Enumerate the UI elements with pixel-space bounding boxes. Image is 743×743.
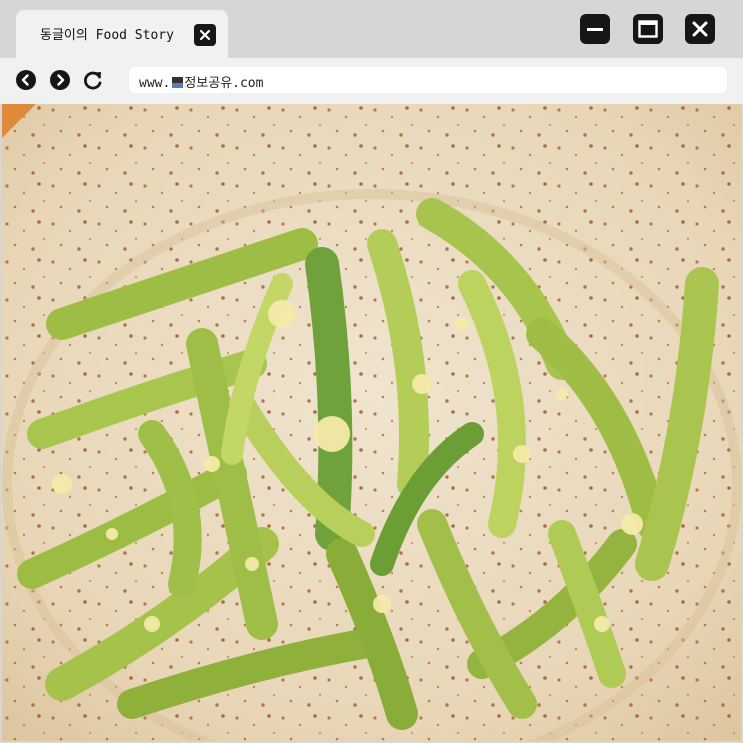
url-prefix: www.	[139, 76, 171, 91]
address-url: www. 정보공유.com	[139, 72, 263, 91]
food-photo	[2, 104, 741, 741]
reload-icon[interactable]	[82, 69, 104, 91]
browser-window: 동글이의 Food Story www. 정보공유.com	[0, 0, 743, 743]
title-bar: 동글이의 Food Story	[0, 0, 743, 58]
minimize-icon	[587, 28, 603, 31]
site-favicon-icon	[172, 77, 184, 88]
browser-tab[interactable]: 동글이의 Food Story	[16, 10, 228, 58]
minimize-button[interactable]	[580, 14, 610, 44]
maximize-button[interactable]	[633, 14, 663, 44]
close-window-button[interactable]	[685, 14, 715, 44]
address-bar[interactable]: www. 정보공유.com	[129, 67, 727, 93]
url-suffix: 정보공유.com	[184, 76, 264, 91]
close-icon	[692, 21, 708, 37]
browser-toolbar: www. 정보공유.com	[0, 58, 743, 104]
back-arrow-icon[interactable]	[15, 69, 37, 91]
tab-close-icon[interactable]	[194, 24, 216, 46]
maximize-icon	[638, 20, 658, 38]
page-content-image	[2, 104, 741, 741]
tab-title: 동글이의 Food Story	[40, 28, 174, 43]
forward-arrow-icon[interactable]	[49, 69, 71, 91]
